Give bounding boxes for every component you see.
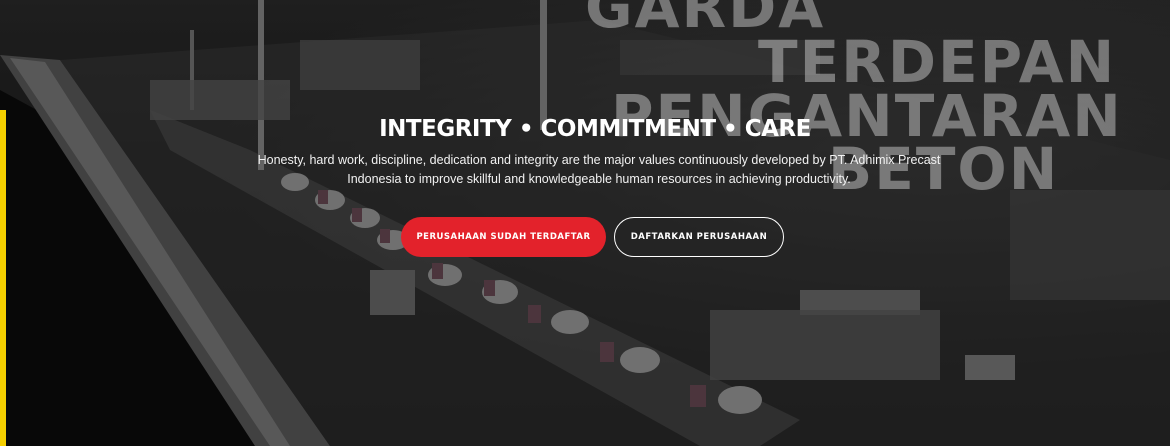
hero-banner: GARDA TERDEPAN PENGANTARAN BETON INTEGRI… [0, 0, 1170, 446]
hero-headline: INTEGRITY • COMMITMENT • CARE [379, 116, 811, 142]
registered-company-button[interactable]: PERUSAHAAN SUDAH TERDAFTAR [401, 217, 606, 257]
side-accent-bar [0, 110, 6, 446]
hero-description: Honesty, hard work, discipline, dedicati… [257, 153, 941, 186]
register-company-button[interactable]: DAFTARKAN PERUSAHAAN [614, 217, 784, 257]
